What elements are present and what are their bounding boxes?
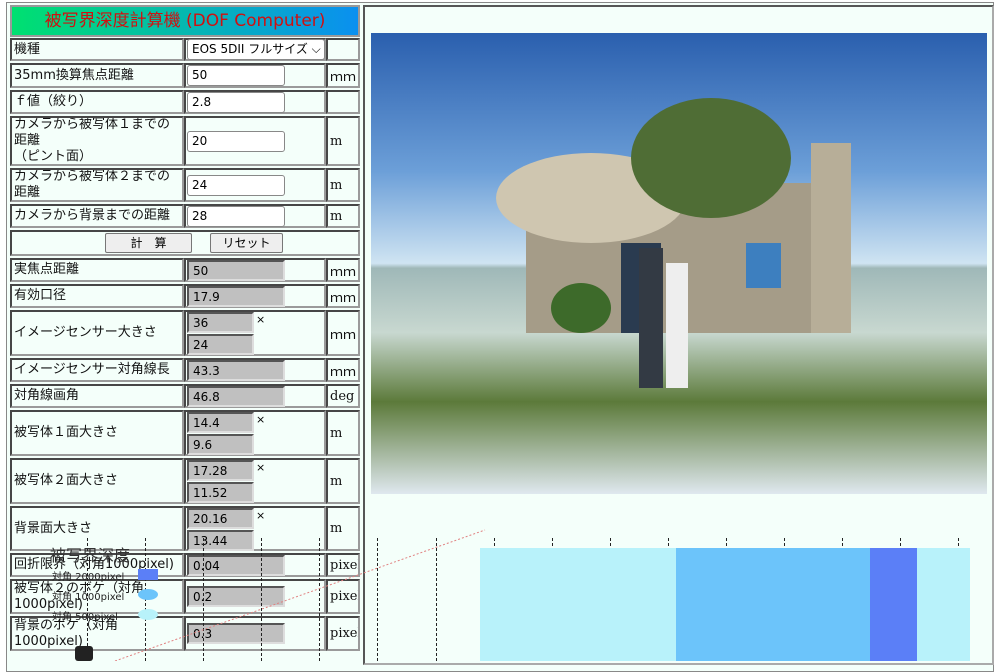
camera-model-select[interactable]: EOS 5DII フルサイズ ⌵	[187, 39, 325, 60]
row-unit: ｍｍ	[326, 310, 360, 356]
row-unit: m	[326, 116, 360, 166]
row-label: 機種	[10, 38, 184, 61]
row-label: 有効口径	[10, 284, 184, 308]
row-unit: m	[326, 410, 360, 456]
row-unit	[326, 38, 360, 61]
readonly-value: 46.8	[187, 385, 285, 407]
grid-line	[319, 538, 320, 661]
row-label: 対角線画角	[10, 384, 184, 408]
readonly-value: 17.9	[187, 285, 285, 307]
row-unit: ｍｍ	[326, 258, 360, 282]
row-label: 被写体２面大きさ	[10, 458, 184, 504]
row-label: 被写体１面大きさ	[10, 410, 184, 456]
readonly-value: 13.44	[187, 530, 254, 551]
readonly-value: 17.28	[187, 460, 254, 481]
readonly-value: 50	[187, 259, 285, 281]
row-label: イメージセンサー対角線長	[10, 358, 184, 382]
legend-label: 対角 1000pixel	[52, 592, 125, 603]
readonly-value: 43.3	[187, 359, 285, 381]
row-unit: deg	[326, 384, 360, 408]
calculate-button[interactable]: 計 算	[105, 233, 192, 253]
row-label: 35mm換算焦点距離	[10, 63, 184, 88]
chart-title: 被写界深度	[50, 546, 131, 565]
legend-ellipse	[138, 589, 158, 600]
value-input[interactable]: 50	[187, 65, 285, 86]
value-input[interactable]: 28	[187, 205, 285, 227]
value-input[interactable]: 20	[187, 130, 285, 152]
legend-ellipse	[138, 609, 158, 620]
row-unit: pixel	[326, 616, 360, 651]
readonly-value: 20.16	[187, 508, 254, 529]
grid-line	[203, 538, 204, 661]
reset-button[interactable]: リセット	[210, 233, 283, 253]
row-label: カメラから背景までの距離	[10, 204, 184, 228]
value-input[interactable]: 2.8	[187, 91, 285, 113]
readonly-value: 9.6	[187, 434, 254, 455]
value-input[interactable]: 24	[187, 174, 285, 196]
legend-rect	[138, 569, 158, 580]
times-sign: ×	[256, 509, 266, 522]
times-sign: ×	[256, 313, 266, 326]
row-unit: m	[326, 458, 360, 504]
readonly-value: 0.04	[187, 554, 285, 576]
row-unit: m	[326, 204, 360, 228]
readonly-value: 14.4	[187, 412, 254, 433]
readonly-value: 24	[187, 334, 254, 355]
dof-bar-1000px	[676, 548, 870, 661]
grid-line	[436, 538, 437, 661]
row-unit: pixel	[326, 553, 360, 577]
row-unit: m	[326, 168, 360, 202]
times-sign: ×	[256, 413, 266, 426]
row-unit: ｍｍ	[326, 284, 360, 308]
readonly-value: 0.3	[187, 623, 285, 644]
row-unit: m	[326, 506, 360, 551]
legend-label: 対角 2000pixel	[52, 572, 125, 583]
row-label: カメラから被写体１までの距離 （ピント面）	[10, 116, 184, 166]
grid-line	[377, 538, 378, 661]
row-unit: ｍｍ	[326, 358, 360, 382]
row-unit: ｍｍ	[326, 63, 360, 88]
scene-image	[371, 33, 987, 494]
grid-line	[261, 538, 262, 661]
row-label: カメラから被写体２までの距離	[10, 168, 184, 202]
readonly-value: 11.52	[187, 482, 254, 503]
readonly-value: 36	[187, 312, 254, 333]
row-unit	[326, 90, 360, 114]
legend-label: 対角 500pixel	[52, 612, 118, 623]
readonly-value: 0.2	[187, 586, 285, 607]
times-sign: ×	[256, 461, 266, 474]
page-title: 被写界深度計算機 (DOF Computer)	[10, 5, 360, 37]
row-label: 実焦点距離	[10, 258, 184, 282]
camera-icon	[75, 646, 93, 661]
row-unit: pixel	[326, 579, 360, 614]
row-label: イメージセンサー大きさ	[10, 310, 184, 356]
dof-bar-2000px	[870, 548, 917, 661]
row-label: ｆ値（絞り）	[10, 90, 184, 114]
